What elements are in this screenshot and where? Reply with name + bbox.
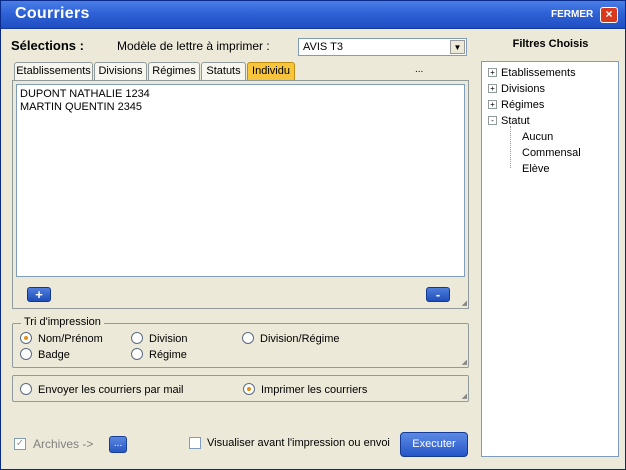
add-button[interactable]: +: [27, 287, 51, 302]
archives-label: Archives ->: [33, 437, 94, 451]
archives-browse-button[interactable]: ...: [109, 436, 127, 453]
tab-statuts[interactable]: Statuts: [201, 62, 246, 80]
close-icon[interactable]: ×: [600, 7, 618, 23]
remove-button[interactable]: -: [426, 287, 450, 302]
resize-grip-icon[interactable]: ◢: [462, 392, 467, 400]
radio-checked-icon[interactable]: [20, 332, 32, 345]
tree-node-commensal[interactable]: Commensal: [522, 147, 581, 159]
tree-node-eleve[interactable]: Elève: [522, 163, 550, 175]
collapse-icon[interactable]: -: [488, 115, 497, 125]
tab-etablissements[interactable]: Etablissements: [14, 62, 93, 80]
tab-overflow[interactable]: ...: [415, 64, 423, 75]
expand-icon[interactable]: +: [488, 99, 497, 109]
window-title: Courriers: [15, 5, 90, 22]
radio-regime[interactable]: Régime: [131, 348, 187, 362]
radio-icon[interactable]: [20, 383, 32, 396]
tree-node-statut[interactable]: - Statut: [488, 115, 530, 127]
selections-label: Sélections :: [11, 38, 84, 53]
tree-node-divisions[interactable]: + Divisions: [488, 83, 545, 95]
tab-divisions[interactable]: Divisions: [94, 62, 147, 80]
visualiser-checkbox[interactable]: [189, 437, 201, 449]
visualiser-label: Visualiser avant l'impression ou envoi: [207, 437, 390, 449]
courriers-window: Courriers FERMER × Sélections : Modèle d…: [0, 0, 626, 470]
filters-title: Filtres Choisis: [512, 38, 589, 50]
tree-node-aucun[interactable]: Aucun: [522, 131, 553, 143]
list-item[interactable]: MARTIN QUENTIN 2345: [20, 101, 461, 114]
tree-node-regimes[interactable]: + Régimes: [488, 99, 544, 111]
tree-node-etablissements[interactable]: + Etablissements: [488, 67, 576, 79]
radio-icon[interactable]: [20, 348, 32, 361]
delivery-group: Envoyer les courriers par mail Imprimer …: [12, 375, 469, 402]
list-item[interactable]: DUPONT NATHALIE 1234: [20, 88, 461, 101]
radio-division-regime[interactable]: Division/Régime: [242, 332, 339, 346]
radio-print[interactable]: Imprimer les courriers: [243, 383, 367, 397]
model-select-value: AVIS T3: [303, 41, 343, 53]
filters-panel: Filtres Choisis + Etablissements + Divisio…: [478, 32, 623, 460]
radio-division[interactable]: Division: [131, 332, 188, 346]
radio-badge[interactable]: Badge: [20, 348, 70, 362]
archives-checkbox[interactable]: ✓: [14, 438, 26, 450]
radio-checked-icon[interactable]: [243, 383, 255, 396]
fermer-label[interactable]: FERMER: [551, 9, 593, 20]
individu-list[interactable]: DUPONT NATHALIE 1234 MARTIN QUENTIN 2345: [16, 84, 465, 277]
tree-connector: [510, 126, 511, 168]
radio-nom-prenom[interactable]: Nom/Prénom: [20, 332, 103, 346]
expand-icon[interactable]: +: [488, 67, 497, 77]
title-bar: Courriers FERMER ×: [1, 1, 625, 29]
radio-icon[interactable]: [131, 332, 143, 345]
radio-icon[interactable]: [131, 348, 143, 361]
execute-button[interactable]: Executer: [400, 432, 468, 457]
radio-icon[interactable]: [242, 332, 254, 345]
filters-tree[interactable]: + Etablissements + Divisions + Régimes - Sta…: [481, 61, 619, 457]
resize-grip-icon[interactable]: ◢: [462, 358, 467, 366]
expand-icon[interactable]: +: [488, 83, 497, 93]
tri-title: Tri d'impression: [21, 316, 104, 328]
model-label: Modèle de lettre à imprimer :: [117, 39, 270, 53]
resize-grip-icon[interactable]: ◢: [462, 299, 467, 307]
tab-individu[interactable]: Individu: [247, 62, 295, 80]
individu-panel: DUPONT NATHALIE 1234 MARTIN QUENTIN 2345…: [12, 80, 469, 309]
radio-send-mail[interactable]: Envoyer les courriers par mail: [20, 383, 184, 397]
model-select[interactable]: AVIS T3 ▼: [298, 38, 467, 56]
chevron-down-icon[interactable]: ▼: [450, 40, 465, 54]
tri-group: Tri d'impression Nom/Prénom Division Div…: [12, 316, 469, 368]
tab-regimes[interactable]: Régimes: [148, 62, 200, 80]
